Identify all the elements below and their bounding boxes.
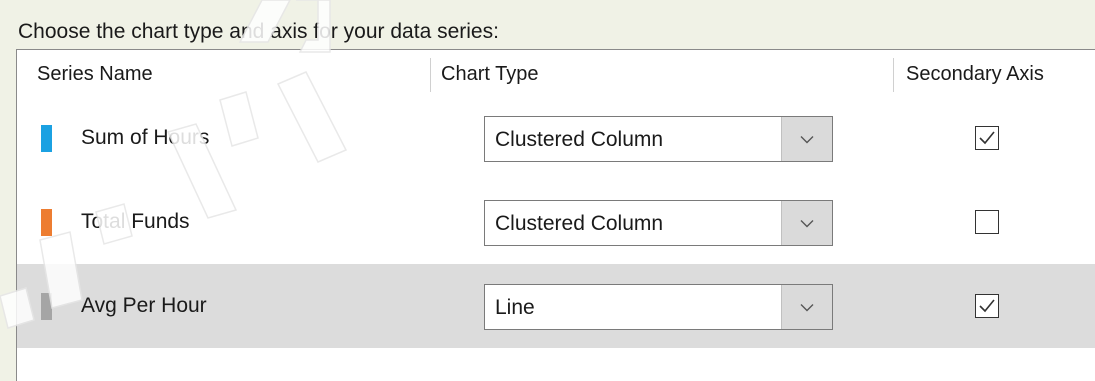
chart-type-value: Clustered Column (495, 212, 664, 235)
chevron-down-icon (800, 219, 814, 227)
series-color-swatch (41, 293, 52, 320)
column-divider[interactable] (893, 58, 894, 92)
chevron-down-icon (800, 303, 814, 311)
dropdown-button[interactable] (781, 285, 832, 329)
series-row-avg-per-hour[interactable]: Avg Per Hour Line (17, 264, 1095, 348)
column-header-secondary-axis: Secondary Axis (906, 63, 1044, 85)
chart-type-dropdown[interactable]: Clustered Column (484, 200, 833, 246)
series-row-sum-of-hours[interactable]: Sum of Hours Clustered Column (17, 96, 1095, 180)
chart-series-dialog: Choose the chart type and axis for your … (0, 0, 1095, 381)
checkmark-icon (979, 299, 995, 313)
series-name-label: Sum of Hours (81, 126, 210, 149)
chart-type-value: Clustered Column (495, 128, 664, 151)
dropdown-button[interactable] (781, 201, 832, 245)
chart-type-value: Line (495, 296, 535, 319)
instruction-text: Choose the chart type and axis for your … (18, 20, 499, 43)
chevron-down-icon (800, 135, 814, 143)
column-header-chart-type: Chart Type (441, 63, 539, 85)
series-name-label: Total Funds (81, 210, 190, 233)
series-list-panel: Series Name Chart Type Secondary Axis Su… (16, 49, 1095, 381)
chart-type-dropdown[interactable]: Clustered Column (484, 116, 833, 162)
series-table-header: Series Name Chart Type Secondary Axis (17, 50, 1095, 96)
secondary-axis-checkbox[interactable] (975, 294, 999, 318)
series-name-label: Avg Per Hour (81, 294, 207, 317)
series-color-swatch (41, 209, 52, 236)
secondary-axis-checkbox[interactable] (975, 210, 999, 234)
series-color-swatch (41, 125, 52, 152)
dropdown-button[interactable] (781, 117, 832, 161)
chart-type-dropdown[interactable]: Line (484, 284, 833, 330)
series-row-total-funds[interactable]: Total Funds Clustered Column (17, 180, 1095, 264)
secondary-axis-checkbox[interactable] (975, 126, 999, 150)
column-divider[interactable] (430, 58, 431, 92)
column-header-series-name: Series Name (37, 63, 153, 85)
checkmark-icon (979, 131, 995, 145)
